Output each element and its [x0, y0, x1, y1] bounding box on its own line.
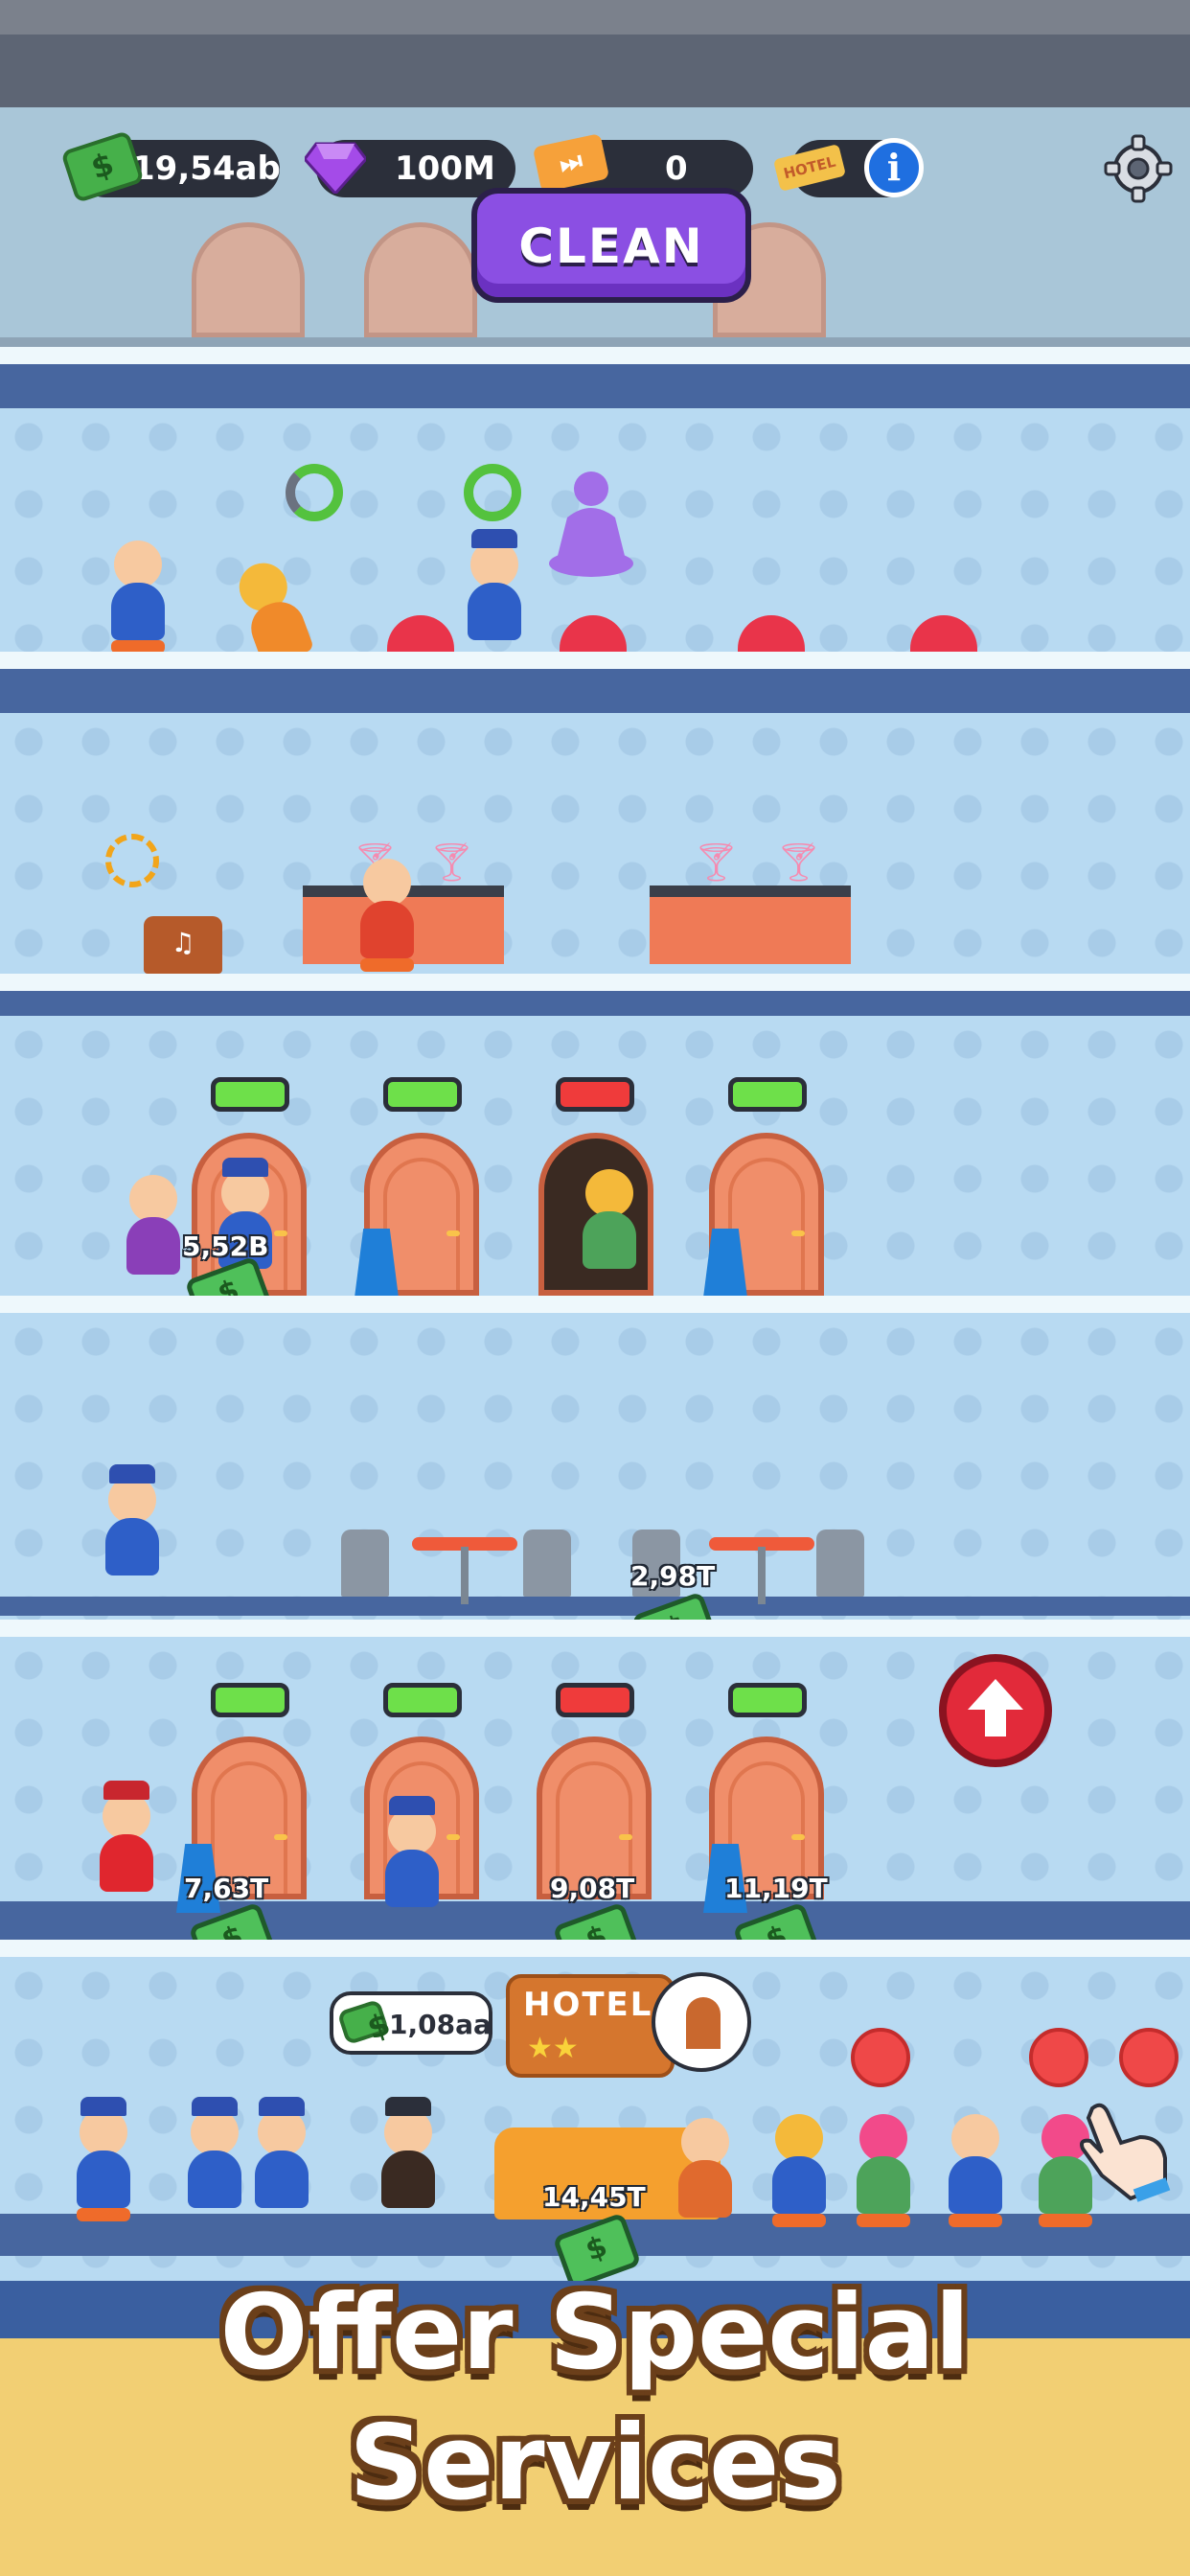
guest-character — [126, 1175, 180, 1275]
hotel-star-rating: ★★ — [527, 2032, 579, 2065]
bellhop-character — [77, 2097, 130, 2221]
floor-divider — [0, 1940, 1190, 1957]
guest-character — [583, 1169, 636, 1269]
income-bubble-value: 1,08aa — [389, 2009, 492, 2040]
hotel-sign: HOTEL ★★ — [506, 1974, 675, 2078]
restaurant-table-leg — [758, 1547, 766, 1604]
bellhop-character — [468, 529, 521, 640]
progress-ring-icon — [464, 464, 521, 521]
cocktail-icon: 🍸︎ — [427, 840, 476, 885]
roof-stripe — [0, 0, 1190, 34]
income-bubble: 1,08aa — [330, 1991, 492, 2055]
restaurant-floor — [0, 1313, 1190, 1620]
angry-face-icon — [1119, 2028, 1179, 2087]
guest-character — [772, 2114, 826, 2227]
restaurant-chair — [341, 1530, 389, 1597]
floor-divider — [0, 669, 1190, 713]
money-label: 7,63T — [184, 1873, 269, 1904]
vip-guest-character — [381, 2097, 435, 2208]
gem-value: 100M — [395, 150, 495, 188]
room-status-indicator — [211, 1683, 289, 1717]
bellhop-character — [105, 1464, 159, 1576]
settings-gear-icon[interactable] — [1104, 134, 1173, 203]
bar-counter — [650, 886, 851, 964]
room-status-indicator — [728, 1683, 807, 1717]
floor-divider — [0, 347, 1190, 364]
room-status-indicator — [556, 1683, 634, 1717]
clean-button-label: CLEAN — [518, 218, 704, 274]
info-button[interactable]: i — [864, 138, 924, 197]
receptionist-character — [678, 2118, 732, 2218]
room-request-bubble — [652, 1972, 751, 2072]
room-status-indicator — [728, 1077, 807, 1112]
restaurant-table-leg — [461, 1547, 469, 1604]
restaurant-chair — [816, 1530, 864, 1597]
cocktail-icon: 🍸︎ — [692, 840, 741, 885]
bartender-character — [360, 859, 414, 972]
guest-character — [857, 2114, 910, 2227]
floor-divider — [0, 364, 1190, 408]
cash-icon — [336, 1998, 390, 2046]
ticket-value: 0 — [665, 150, 688, 188]
restaurant-chair — [523, 1530, 571, 1597]
arrow-up-icon — [968, 1679, 1023, 1736]
room-status-indicator — [383, 1077, 462, 1112]
money-label: 5,52B — [182, 1230, 269, 1262]
floor-divider — [0, 652, 1190, 669]
floor-divider — [0, 991, 1190, 1016]
guest-character — [949, 2114, 1002, 2227]
door-icon — [686, 1997, 721, 2049]
promo-title-line1: Offer Special — [219, 2273, 971, 2393]
money-label: 11,19T — [724, 1873, 828, 1904]
bellhop-character — [385, 1796, 439, 1907]
money-label: 14,45T — [542, 2181, 646, 2213]
money-label: 2,98T — [630, 1560, 716, 1592]
floor-rail — [0, 1597, 1190, 1616]
floor-divider — [0, 1296, 1190, 1313]
porter-character — [100, 1781, 153, 1892]
bellhop-character — [188, 2097, 241, 2208]
roof-door — [364, 222, 477, 337]
tap-hand-icon — [1080, 2103, 1171, 2202]
hotel-sign-name: HOTEL — [523, 1986, 653, 2024]
room-status-indicator — [556, 1077, 634, 1112]
guest-character — [111, 540, 165, 654]
loading-ring-icon — [105, 834, 159, 887]
upgrade-button[interactable] — [939, 1654, 1052, 1767]
floor-divider — [0, 974, 1190, 991]
clean-button[interactable]: CLEAN — [471, 188, 751, 303]
cocktail-icon: 🍸︎ — [774, 840, 823, 885]
angry-face-icon — [851, 2028, 910, 2087]
floor-divider — [0, 1620, 1190, 1637]
gem-icon — [305, 142, 366, 194]
bellhop-character — [255, 2097, 309, 2208]
roof-door — [192, 222, 305, 337]
promo-title-line2: Services — [349, 2404, 841, 2523]
meditation-icon — [549, 472, 633, 577]
progress-ring-icon — [286, 464, 343, 521]
jukebox-icon: ♫ — [144, 916, 222, 974]
roof-band — [0, 0, 1190, 107]
cash-value: 19,54ab — [132, 150, 281, 188]
room-status-indicator — [211, 1077, 289, 1112]
angry-face-icon — [1029, 2028, 1088, 2087]
room-status-indicator — [383, 1683, 462, 1717]
money-label: 9,08T — [550, 1873, 635, 1904]
